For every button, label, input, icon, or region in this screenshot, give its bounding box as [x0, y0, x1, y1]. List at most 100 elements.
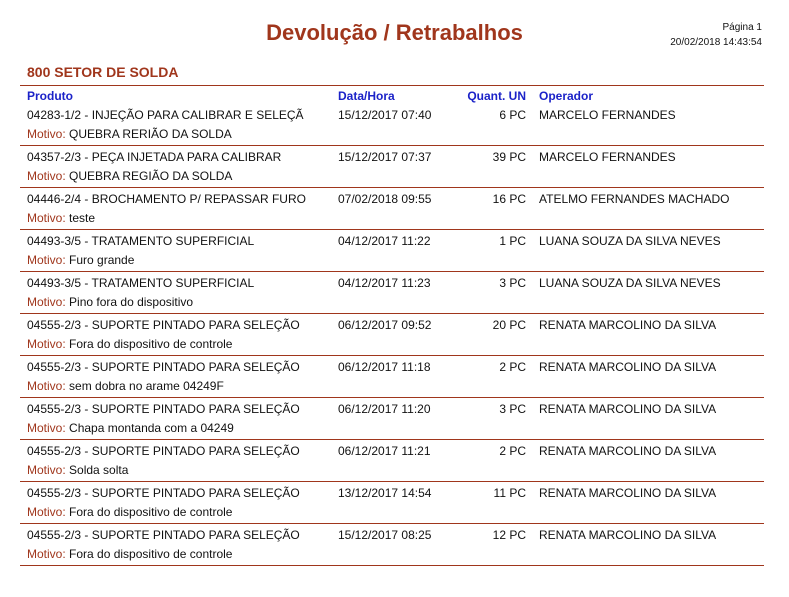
page-number: Página 1 [722, 22, 762, 33]
cell-operador: RENATA MARCOLINO DA SILVA [539, 318, 717, 332]
cell-data-hora: 04/12/2017 11:22 [338, 234, 431, 248]
page-meta: Página 1 20/02/2018 14:43:54 [670, 20, 762, 50]
cell-produto: 04283-1/2 - INJEÇÃO PARA CALIBRAR E SELE… [27, 108, 304, 122]
table-row: 04555-2/3 - SUPORTE PINTADO PARA SELEÇÃO… [0, 398, 789, 440]
row-motivo-line: Motivo: Chapa montanda com a 04249 [27, 420, 234, 436]
cell-data-hora: 04/12/2017 11:23 [338, 276, 431, 290]
cell-motivo: QUEBRA RERIÃO DA SOLDA [69, 127, 232, 141]
cell-data-hora: 15/12/2017 07:40 [338, 108, 432, 122]
row-motivo-line: Motivo: QUEBRA REGIÃO DA SOLDA [27, 168, 232, 184]
table-row: 04555-2/3 - SUPORTE PINTADO PARA SELEÇÃO… [0, 356, 789, 398]
motivo-label: Motivo: [27, 211, 66, 225]
cell-motivo: Fora do dispositivo de controle [69, 547, 233, 561]
motivo-label: Motivo: [27, 253, 66, 267]
cell-operador: ATELMO FERNANDES MACHADO [539, 192, 730, 206]
cell-data-hora: 06/12/2017 11:20 [338, 402, 431, 416]
cell-motivo: Pino fora do dispositivo [69, 295, 194, 309]
cell-operador: MARCELO FERNANDES [539, 108, 676, 122]
cell-operador: RENATA MARCOLINO DA SILVA [539, 402, 717, 416]
row-main-line: 04555-2/3 - SUPORTE PINTADO PARA SELEÇÃO… [0, 317, 789, 333]
row-main-line: 04555-2/3 - SUPORTE PINTADO PARA SELEÇÃO… [0, 485, 789, 501]
cell-quant-un: 12 PC [492, 528, 526, 542]
cell-data-hora: 07/02/2018 09:55 [338, 192, 432, 206]
cell-operador: RENATA MARCOLINO DA SILVA [539, 486, 717, 500]
row-divider [20, 565, 764, 566]
cell-motivo: QUEBRA REGIÃO DA SOLDA [69, 169, 233, 183]
cell-motivo: teste [69, 211, 96, 225]
cell-produto: 04493-3/5 - TRATAMENTO SUPERFICIAL [27, 234, 255, 248]
cell-data-hora: 15/12/2017 07:37 [338, 150, 432, 164]
cell-quant-un: 39 PC [492, 150, 526, 164]
section-title: 800 SETOR DE SOLDA [27, 64, 179, 80]
cell-quant-un: 3 PC [499, 402, 526, 416]
row-motivo-line: Motivo: QUEBRA RERIÃO DA SOLDA [27, 126, 232, 142]
row-motivo-line: Motivo: Fora do dispositivo de controle [27, 336, 232, 352]
row-motivo-line: Motivo: Furo grande [27, 252, 134, 268]
report-datetime: 20/02/2018 14:43:54 [670, 37, 762, 48]
motivo-label: Motivo: [27, 337, 66, 351]
cell-operador: RENATA MARCOLINO DA SILVA [539, 444, 717, 458]
motivo-label: Motivo: [27, 295, 66, 309]
row-main-line: 04555-2/3 - SUPORTE PINTADO PARA SELEÇÃO… [0, 527, 789, 543]
cell-quant-un: 11 PC [493, 486, 526, 500]
cell-produto: 04357-2/3 - PEÇA INJETADA PARA CALIBRAR [27, 150, 282, 164]
cell-produto: 04555-2/3 - SUPORTE PINTADO PARA SELEÇÃO [27, 486, 300, 500]
row-main-line: 04493-3/5 - TRATAMENTO SUPERFICIAL 04/12/… [0, 233, 789, 249]
motivo-label: Motivo: [27, 127, 66, 141]
table-row: 04357-2/3 - PEÇA INJETADA PARA CALIBRAR 1… [0, 146, 789, 188]
motivo-label: Motivo: [27, 169, 66, 183]
table-row: 04555-2/3 - SUPORTE PINTADO PARA SELEÇÃO… [0, 440, 789, 482]
cell-operador: LUANA SOUZA DA SILVA NEVES [539, 276, 721, 290]
table-row: 04555-2/3 - SUPORTE PINTADO PARA SELEÇÃO… [0, 524, 789, 566]
row-main-line: 04555-2/3 - SUPORTE PINTADO PARA SELEÇÃO… [0, 359, 789, 375]
row-motivo-line: Motivo: sem dobra no arame 04249F [27, 378, 224, 394]
cell-motivo: Furo grande [69, 253, 135, 267]
cell-produto: 04555-2/3 - SUPORTE PINTADO PARA SELEÇÃO [27, 402, 300, 416]
header-quant-un: Quant. UN [467, 89, 526, 103]
table-row: 04446-2/4 - BROCHAMENTO P/ REPASSAR FURO… [0, 188, 789, 230]
row-main-line: 04555-2/3 - SUPORTE PINTADO PARA SELEÇÃO… [0, 401, 789, 417]
row-motivo-line: Motivo: Solda solta [27, 462, 128, 478]
table-row: 04283-1/2 - INJEÇÃO PARA CALIBRAR E SELE… [0, 104, 789, 146]
motivo-label: Motivo: [27, 547, 66, 561]
cell-quant-un: 1 PC [499, 234, 526, 248]
table-row: 04493-3/5 - TRATAMENTO SUPERFICIAL 04/12/… [0, 272, 789, 314]
cell-motivo: Fora do dispositivo de controle [69, 505, 233, 519]
cell-produto: 04555-2/3 - SUPORTE PINTADO PARA SELEÇÃO [27, 318, 300, 332]
cell-motivo: Chapa montanda com a 04249 [69, 421, 234, 435]
cell-operador: RENATA MARCOLINO DA SILVA [539, 360, 717, 374]
cell-produto: 04555-2/3 - SUPORTE PINTADO PARA SELEÇÃO [27, 528, 300, 542]
cell-quant-un: 6 PC [499, 108, 526, 122]
table-row: 04493-3/5 - TRATAMENTO SUPERFICIAL 04/12/… [0, 230, 789, 272]
motivo-label: Motivo: [27, 379, 66, 393]
cell-operador: MARCELO FERNANDES [539, 150, 676, 164]
row-motivo-line: Motivo: Pino fora do dispositivo [27, 294, 193, 310]
cell-operador: RENATA MARCOLINO DA SILVA [539, 528, 717, 542]
cell-produto: 04446-2/4 - BROCHAMENTO P/ REPASSAR FURO [27, 192, 306, 206]
row-main-line: 04555-2/3 - SUPORTE PINTADO PARA SELEÇÃO… [0, 443, 789, 459]
cell-motivo: Fora do dispositivo de controle [69, 337, 233, 351]
cell-quant-un: 3 PC [499, 276, 526, 290]
table-body: 04283-1/2 - INJEÇÃO PARA CALIBRAR E SELE… [0, 104, 789, 566]
motivo-label: Motivo: [27, 505, 66, 519]
row-main-line: 04446-2/4 - BROCHAMENTO P/ REPASSAR FURO… [0, 191, 789, 207]
row-motivo-line: Motivo: Fora do dispositivo de controle [27, 546, 232, 562]
cell-quant-un: 20 PC [492, 318, 526, 332]
cell-data-hora: 15/12/2017 08:25 [338, 528, 432, 542]
row-motivo-line: Motivo: teste [27, 210, 95, 226]
cell-produto: 04493-3/5 - TRATAMENTO SUPERFICIAL [27, 276, 255, 290]
cell-produto: 04555-2/3 - SUPORTE PINTADO PARA SELEÇÃO [27, 444, 300, 458]
cell-quant-un: 2 PC [499, 360, 526, 374]
table-header: Produto Data/Hora Quant. UN Operador [0, 89, 789, 105]
cell-motivo: sem dobra no arame 04249F [69, 379, 224, 393]
table-row: 04555-2/3 - SUPORTE PINTADO PARA SELEÇÃO… [0, 314, 789, 356]
row-main-line: 04283-1/2 - INJEÇÃO PARA CALIBRAR E SELE… [0, 107, 789, 123]
cell-data-hora: 06/12/2017 11:18 [338, 360, 431, 374]
row-main-line: 04357-2/3 - PEÇA INJETADA PARA CALIBRAR 1… [0, 149, 789, 165]
cell-data-hora: 13/12/2017 14:54 [338, 486, 432, 500]
cell-data-hora: 06/12/2017 09:52 [338, 318, 432, 332]
cell-operador: LUANA SOUZA DA SILVA NEVES [539, 234, 721, 248]
header-operador: Operador [539, 89, 594, 103]
motivo-label: Motivo: [27, 421, 66, 435]
header-produto: Produto [27, 89, 73, 103]
